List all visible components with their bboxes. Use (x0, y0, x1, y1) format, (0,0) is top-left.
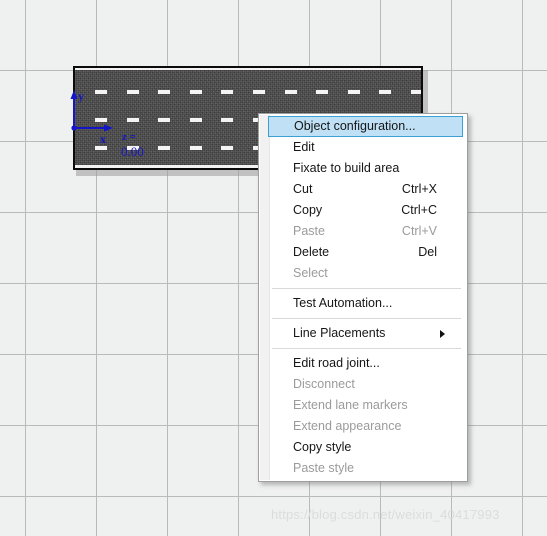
menu-item-label: Line Placements (293, 326, 386, 340)
application-window: y x z = 0.00 Object configuration... Edit… (0, 0, 547, 536)
menu-item-paste-style: Paste style (259, 458, 467, 479)
menu-item-fixate-to-build-area[interactable]: Fixate to build area (259, 158, 467, 179)
menu-item-label: Fixate to build area (293, 161, 400, 175)
lane-dash (158, 146, 171, 150)
menu-item-edit[interactable]: Edit (259, 137, 467, 158)
menu-item-copy[interactable]: Copy Ctrl+C (259, 200, 467, 221)
menu-separator (272, 348, 461, 349)
menu-item-cut[interactable]: Cut Ctrl+X (259, 179, 467, 200)
lane-dash (158, 118, 171, 122)
menu-item-label: Edit road joint... (293, 356, 380, 370)
menu-item-label: Extend appearance (293, 419, 402, 433)
menu-item-object-configuration[interactable]: Object configuration... (268, 116, 463, 137)
lane-marker-row (75, 90, 421, 94)
menu-item-extend-lane-markers: Extend lane markers (259, 395, 467, 416)
lane-dash (221, 118, 234, 122)
menu-item-shortcut: Del (418, 245, 437, 259)
menu-item-shortcut: Ctrl+X (401, 182, 437, 196)
lane-dash (189, 146, 202, 150)
menu-separator (272, 318, 461, 319)
lane-dash (95, 90, 107, 94)
menu-item-label: Copy style (293, 440, 352, 454)
lane-dash (379, 90, 392, 94)
menu-item-delete[interactable]: Delete Del (259, 242, 467, 263)
lane-dash (95, 118, 107, 122)
menu-item-line-placements[interactable]: Line Placements (259, 323, 467, 344)
lane-dash (253, 90, 265, 94)
menu-item-label: Object configuration... (294, 119, 416, 133)
lane-dash (126, 118, 139, 122)
lane-dash (221, 90, 234, 94)
menu-item-label: Disconnect (293, 377, 355, 391)
menu-item-label: Delete (293, 245, 330, 259)
menu-item-label: Copy (293, 203, 323, 217)
menu-item-select: Select (259, 263, 467, 284)
lane-dash (316, 90, 329, 94)
lane-dash (411, 90, 421, 94)
menu-item-label: Select (293, 266, 328, 280)
lane-dash (189, 118, 202, 122)
menu-item-label: Paste style (293, 461, 355, 475)
lane-dash (158, 90, 171, 94)
menu-separator (272, 288, 461, 289)
lane-dash (284, 90, 297, 94)
menu-item-test-automation[interactable]: Test Automation... (259, 293, 467, 314)
menu-item-label: Test Automation... (293, 296, 393, 310)
lane-dash (126, 146, 139, 150)
submenu-arrow-icon (440, 330, 445, 338)
menu-item-extend-appearance: Extend appearance (259, 416, 467, 437)
menu-item-copy-style[interactable]: Copy style (259, 437, 467, 458)
context-menu-items: Object configuration... Edit Fixate to bui… (259, 116, 467, 479)
menu-item-label: Extend lane markers (293, 398, 408, 412)
lane-dash (221, 146, 234, 150)
menu-item-paste: Paste Ctrl+V (259, 221, 467, 242)
menu-item-label: Edit (293, 140, 315, 154)
context-menu[interactable]: Object configuration... Edit Fixate to bui… (258, 113, 468, 482)
menu-item-shortcut: Ctrl+V (401, 224, 437, 238)
lane-dash (126, 90, 139, 94)
menu-item-label: Cut (293, 182, 313, 196)
menu-item-edit-road-joint[interactable]: Edit road joint... (259, 353, 467, 374)
menu-item-shortcut: Ctrl+C (401, 203, 437, 217)
menu-item-label: Paste (293, 224, 325, 238)
menu-item-disconnect: Disconnect (259, 374, 467, 395)
lane-dash (95, 146, 107, 150)
lane-dash (189, 90, 202, 94)
lane-dash (347, 90, 360, 94)
road-edge-line-top (75, 68, 421, 70)
